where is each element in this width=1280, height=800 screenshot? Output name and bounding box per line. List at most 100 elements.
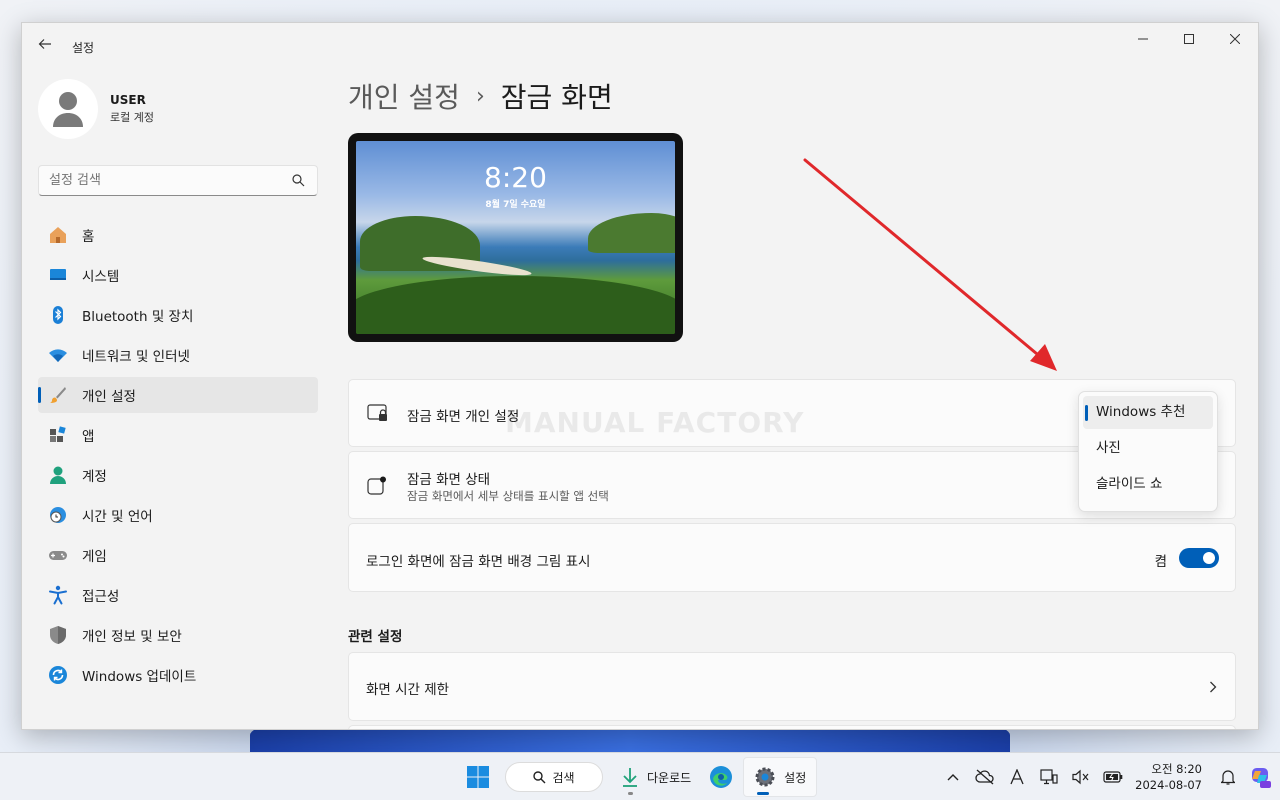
close-button[interactable] — [1212, 23, 1258, 55]
gear-icon — [755, 767, 775, 787]
breadcrumb: 개인 설정 › 잠금 화면 — [348, 73, 1236, 119]
cloud-offline-button[interactable] — [969, 769, 1001, 785]
sidebar-item-label: 시간 및 언어 — [82, 509, 153, 525]
sidebar-item-label: Windows 업데이트 — [82, 669, 197, 685]
sidebar-item-label: 접근성 — [82, 589, 120, 605]
sidebar-item-time-language[interactable]: 시간 및 언어 — [38, 497, 318, 533]
lock-screen-status-title: 잠금 화면 상태 — [407, 472, 491, 488]
copilot-button[interactable] — [1244, 765, 1276, 789]
maximize-button[interactable] — [1166, 23, 1212, 55]
account-icon — [48, 465, 68, 485]
sidebar-item-home[interactable]: 홈 — [38, 217, 318, 253]
sidebar-item-system[interactable]: 시스템 — [38, 257, 318, 293]
breadcrumb-parent[interactable]: 개인 설정 — [348, 76, 460, 116]
monitor-phone-icon — [1040, 769, 1058, 785]
maximize-icon — [1184, 34, 1194, 44]
download-arrow-icon — [623, 768, 637, 787]
taskbar-edge[interactable] — [699, 757, 743, 797]
input-indicator-button[interactable] — [1001, 769, 1033, 785]
sidebar-item-windows-update[interactable]: Windows 업데이트 — [38, 657, 318, 693]
sidebar-item-network[interactable]: 네트워크 및 인터넷 — [38, 337, 318, 373]
settings-window: 설정 USER 로컬 계정 홈 시스템 — [21, 22, 1259, 730]
gamepad-icon — [48, 545, 68, 565]
back-button[interactable] — [34, 35, 56, 57]
arrow-left-icon — [38, 39, 51, 49]
avatar — [38, 79, 98, 139]
minimize-button[interactable] — [1120, 23, 1166, 55]
sidebar-item-gaming[interactable]: 게임 — [38, 537, 318, 573]
toggle-knob — [1203, 552, 1215, 564]
next-related-card[interactable] — [348, 725, 1236, 729]
clock-time: 오전 8:20 — [1151, 762, 1202, 776]
preview-time: 8:20 — [484, 161, 547, 194]
battery-button[interactable] — [1097, 770, 1129, 784]
sidebar-item-apps[interactable]: 앱 — [38, 417, 318, 453]
minimize-icon — [1138, 38, 1148, 40]
taskbar-downloads-label: 다운로드 — [647, 770, 692, 785]
lock-screen-source-dropdown[interactable]: Windows 추천 사진 슬라이드 쇼 — [1078, 391, 1218, 512]
accessibility-icon — [48, 585, 68, 605]
toggle-state-label: 켬 — [1154, 554, 1167, 570]
signin-background-card: 로그인 화면에 잠금 화면 배경 그림 표시 켬 — [348, 523, 1236, 592]
volume-button[interactable] — [1065, 769, 1097, 785]
sidebar-item-accessibility[interactable]: 접근성 — [38, 577, 318, 613]
taskbar-downloads[interactable]: 다운로드 — [613, 757, 699, 797]
sidebar-item-accounts[interactable]: 계정 — [38, 457, 318, 493]
lock-screen-monitor-icon — [367, 404, 387, 421]
start-button[interactable] — [461, 757, 495, 797]
signin-background-toggle[interactable] — [1179, 548, 1219, 568]
notifications-button[interactable] — [1212, 769, 1244, 785]
system-icon — [48, 265, 68, 285]
dropdown-option-slideshow[interactable]: 슬라이드 쇼 — [1083, 468, 1213, 501]
sidebar-item-label: 앱 — [82, 429, 95, 445]
sidebar-item-label: 계정 — [82, 469, 107, 485]
search-input[interactable] — [39, 166, 279, 195]
page-title: 잠금 화면 — [500, 81, 613, 114]
user-name: USER — [110, 93, 146, 107]
user-profile[interactable]: USER 로컬 계정 — [38, 79, 154, 139]
dropdown-option-picture[interactable]: 사진 — [1083, 432, 1213, 465]
taskbar-clock[interactable]: 오전 8:20 2024-08-07 — [1135, 761, 1202, 793]
sidebar-item-label: 개인 정보 및 보안 — [82, 629, 182, 645]
battery-charging-icon — [1103, 771, 1123, 783]
window-title: 설정 — [72, 41, 95, 55]
update-icon — [48, 665, 68, 685]
dropdown-option-windows-spotlight[interactable]: Windows 추천 — [1083, 396, 1213, 429]
signin-background-title: 로그인 화면에 잠금 화면 배경 그림 표시 — [366, 554, 591, 570]
chevron-up-icon — [947, 774, 959, 781]
taskbar-settings[interactable]: 설정 — [743, 757, 818, 797]
screen-timeout-label: 화면 시간 제한 — [366, 682, 450, 698]
settings-search-box[interactable] — [38, 165, 318, 196]
bluetooth-icon — [48, 305, 68, 325]
network-icon — [48, 345, 68, 365]
sidebar-item-personalization[interactable]: 개인 설정 — [38, 377, 318, 413]
preview-date: 8월 7일 수요일 — [485, 200, 546, 210]
search-icon — [533, 770, 546, 783]
lock-screen-status-subtitle: 잠금 화면에서 세부 상태를 표시할 앱 선택 — [407, 489, 609, 503]
globe-clock-icon — [48, 505, 68, 525]
lock-screen-image: 8:20 8월 7일 수요일 — [356, 141, 675, 334]
font-a-icon — [1010, 769, 1024, 785]
status-badge-icon — [367, 476, 386, 495]
clock-date: 2024-08-07 — [1135, 778, 1202, 792]
related-settings-heading: 관련 설정 — [348, 629, 403, 645]
chevron-right-icon — [1210, 681, 1217, 693]
taskbar: 검색 다운로드 설정 오전 8:20 2024-08-07 — [0, 752, 1280, 800]
lock-screen-personalize-title: 잠금 화면 개인 설정 — [407, 409, 520, 425]
sidebar-item-label: 네트워크 및 인터넷 — [82, 349, 190, 365]
breadcrumb-separator: › — [475, 83, 485, 109]
screen-timeout-link[interactable]: 화면 시간 제한 — [348, 652, 1236, 721]
show-hidden-icons-button[interactable] — [937, 773, 969, 781]
sidebar-nav: 홈 시스템 Bluetooth 및 장치 네트워크 및 인터넷 개인 설정 앱 … — [38, 217, 318, 697]
lock-screen-preview: 8:20 8월 7일 수요일 — [348, 133, 683, 342]
device-button[interactable] — [1033, 769, 1065, 785]
taskbar-search-label: 검색 — [552, 770, 575, 785]
sidebar-item-bluetooth[interactable]: Bluetooth 및 장치 — [38, 297, 318, 333]
taskbar-search[interactable]: 검색 — [505, 762, 603, 792]
bell-icon — [1221, 770, 1235, 785]
close-icon — [1230, 34, 1240, 44]
sidebar-item-label: 홈 — [82, 229, 95, 245]
sidebar-item-privacy-security[interactable]: 개인 정보 및 보안 — [38, 617, 318, 653]
sidebar-item-label: Bluetooth 및 장치 — [82, 309, 194, 325]
search-icon[interactable] — [292, 174, 305, 187]
